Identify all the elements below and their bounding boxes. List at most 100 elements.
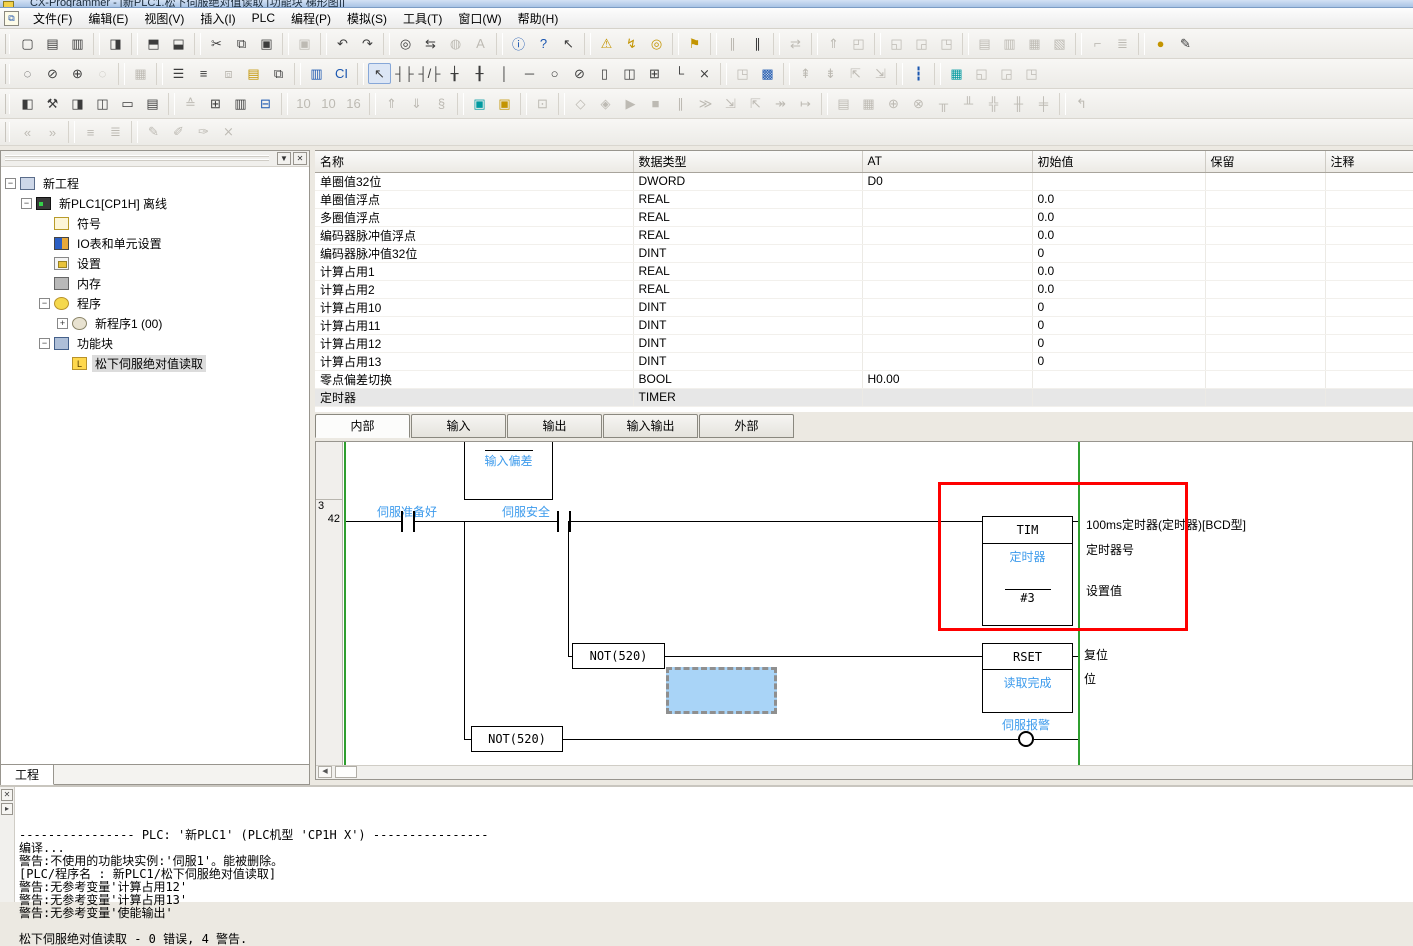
menu-view[interactable]: 视图(V) <box>136 8 192 29</box>
pin-dropdown-icon[interactable]: ▼ <box>277 152 291 165</box>
menu-file[interactable]: 文件(F) <box>25 8 80 29</box>
tree-item-servo-fb[interactable]: L 松下伺服绝对值读取 <box>57 353 307 373</box>
previous-reference-icon[interactable]: ⇑ <box>380 93 403 114</box>
close-icon[interactable]: ✕ <box>293 152 307 165</box>
cut-icon[interactable]: ✂ <box>205 33 228 54</box>
draw-pen-2-icon[interactable]: ✐ <box>167 122 190 143</box>
pause-monitor-icon[interactable]: ∥ <box>721 33 744 54</box>
tree-item-project[interactable]: − 新工程 <box>5 173 307 193</box>
window-pair-icon[interactable]: ◫ <box>91 93 114 114</box>
grid-icon[interactable]: ▦ <box>129 63 152 84</box>
line-corner-icon[interactable]: └ <box>668 63 691 84</box>
memory-view-2-icon[interactable]: ▥ <box>998 33 1021 54</box>
address-reference-icon[interactable]: § <box>430 93 453 114</box>
menu-plc[interactable]: PLC <box>244 9 283 27</box>
fb-io-icon[interactable]: ◲ <box>995 63 1018 84</box>
selection-rectangle[interactable] <box>666 667 777 714</box>
instruction-detail-icon[interactable]: ◫ <box>618 63 641 84</box>
menu-simulation[interactable]: 模拟(S) <box>339 8 395 29</box>
contact-servo-safe[interactable] <box>569 511 571 532</box>
column-header-init[interactable]: 初始值 <box>1032 151 1205 172</box>
pair-view-icon[interactable]: ⧈ <box>217 63 240 84</box>
contact-servo-safe[interactable] <box>557 511 559 532</box>
io-rack-4-icon[interactable]: ╫ <box>1007 93 1030 114</box>
scroll-left-icon[interactable]: ◀ <box>318 766 332 778</box>
io-rack-3-icon[interactable]: ╬ <box>982 93 1005 114</box>
print-icon[interactable]: ⬒ <box>142 33 165 54</box>
horizontal-line-icon[interactable]: ─ <box>518 63 541 84</box>
save-icon[interactable]: ▥ <box>66 33 89 54</box>
sim-step-icon[interactable]: ≫ <box>694 93 717 114</box>
time-chart-icon[interactable]: ≣ <box>1111 33 1134 54</box>
program-section-icon[interactable]: ◳ <box>731 63 754 84</box>
rung-list-icon[interactable]: ≡ <box>192 63 215 84</box>
tree-item-memory[interactable]: 内存 <box>39 273 307 293</box>
expand-icon[interactable]: + <box>57 318 68 329</box>
build-icon[interactable]: ⚒ <box>41 93 64 114</box>
copy-icon[interactable]: ⧉ <box>230 33 253 54</box>
new-file-icon[interactable]: ▢ <box>16 33 39 54</box>
menu-program[interactable]: 编程(P) <box>283 8 339 29</box>
table-row[interactable]: 计算占用13 DINT 0 <box>315 352 1413 370</box>
section-list-icon[interactable]: ▥ <box>229 93 252 114</box>
toolbar-grip[interactable] <box>5 64 10 84</box>
column-header-type[interactable]: 数据类型 <box>633 151 862 172</box>
column-header-keep[interactable]: 保留 <box>1205 151 1325 172</box>
io-node-1-icon[interactable]: ⊕ <box>882 93 905 114</box>
horizontal-scrollbar[interactable]: ◀ <box>316 765 1412 779</box>
format-hex-icon[interactable]: 16 <box>342 93 365 114</box>
memory-view-3-icon[interactable]: ▦ <box>1023 33 1046 54</box>
compile-output[interactable]: ---------------- PLC: '新PLC1' (PLC机型 'CP… <box>19 790 1411 946</box>
memory-view-1-icon[interactable]: ▤ <box>973 33 996 54</box>
memory-view-4-icon[interactable]: ▧ <box>1048 33 1071 54</box>
io-memory-1-icon[interactable]: ▤ <box>832 93 855 114</box>
workspace-icon[interactable]: ◧ <box>16 93 39 114</box>
toolbar-grip[interactable] <box>5 122 10 142</box>
work-online-icon[interactable]: ▣ <box>468 93 491 114</box>
sim-step-in-icon[interactable]: ⇲ <box>719 93 742 114</box>
sim-stop-icon[interactable]: ■ <box>644 93 667 114</box>
tree-item-plc[interactable]: − 新PLC1[CP1H] 离线 <box>21 193 307 213</box>
return-icon[interactable]: ↰ <box>1070 93 1093 114</box>
page-setup-icon[interactable]: ▤ <box>141 93 164 114</box>
overview-icon[interactable]: ☰ <box>167 63 190 84</box>
collapse-icon[interactable]: − <box>21 198 32 209</box>
tree-item-symbols[interactable]: 符号 <box>39 213 307 233</box>
sim-continue-icon[interactable]: ↠ <box>769 93 792 114</box>
draw-pen-1-icon[interactable]: ✎ <box>142 122 165 143</box>
pause-icon[interactable]: ∥ <box>746 33 769 54</box>
fb-monitor-icon[interactable]: ▦ <box>945 63 968 84</box>
online-simulator-icon[interactable]: ▣ <box>493 93 516 114</box>
edit-in-icon[interactable]: ⇱ <box>844 63 867 84</box>
check-program-2-icon[interactable]: ◲ <box>910 33 933 54</box>
find-text-icon[interactable]: A <box>469 33 492 54</box>
find-next-icon[interactable]: ◍ <box>444 33 467 54</box>
find-in-files-icon[interactable]: ◨ <box>104 33 127 54</box>
hierarchy-icon[interactable]: ⧉ <box>267 63 290 84</box>
io-node-2-icon[interactable]: ⊗ <box>907 93 930 114</box>
next-message-icon[interactable]: ▸ <box>1 803 13 815</box>
close-output-icon[interactable]: ✕ <box>1 789 13 801</box>
menu-tools[interactable]: 工具(T) <box>395 8 450 29</box>
open-file-icon[interactable]: ▤ <box>41 33 64 54</box>
edit-above-icon[interactable]: ⇞ <box>794 63 817 84</box>
contact-servo-ready[interactable] <box>401 511 403 532</box>
compile-icon[interactable]: ≙ <box>179 93 202 114</box>
sim-run-icon[interactable]: ▶ <box>619 93 642 114</box>
upload-icon[interactable]: ⇑ <box>822 33 845 54</box>
next-reference-icon[interactable]: ⇓ <box>405 93 428 114</box>
window-find-icon[interactable]: ◨ <box>66 93 89 114</box>
sim-step-over-icon[interactable]: ⇱ <box>744 93 767 114</box>
table-row[interactable]: 多圈值浮点 REAL 0.0 <box>315 208 1413 226</box>
table-row[interactable]: 定时器 TIMER <box>315 388 1413 406</box>
tab-external[interactable]: 外部 <box>699 414 794 438</box>
print-preview-icon[interactable]: ⬓ <box>167 33 190 54</box>
contact-or-open-icon[interactable]: ╁ <box>443 63 466 84</box>
tree-item-io-table[interactable]: IO表和单元设置 <box>39 233 307 253</box>
collapse-icon[interactable]: − <box>5 178 16 189</box>
instruction-icon[interactable]: ▯ <box>593 63 616 84</box>
window-small-icon[interactable]: ▭ <box>116 93 139 114</box>
menu-insert[interactable]: 插入(I) <box>192 8 243 29</box>
tab-internal[interactable]: 内部 <box>315 414 410 438</box>
coil-icon[interactable]: ○ <box>543 63 566 84</box>
